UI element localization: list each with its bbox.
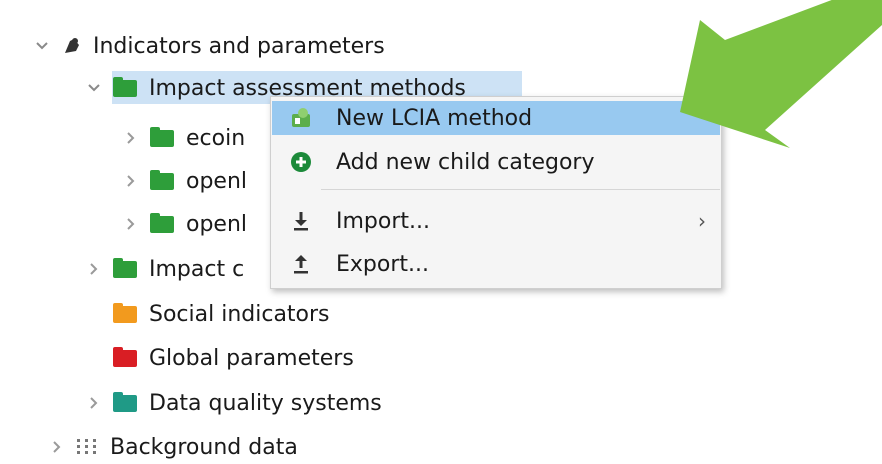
- annotation-arrow: [680, 0, 882, 148]
